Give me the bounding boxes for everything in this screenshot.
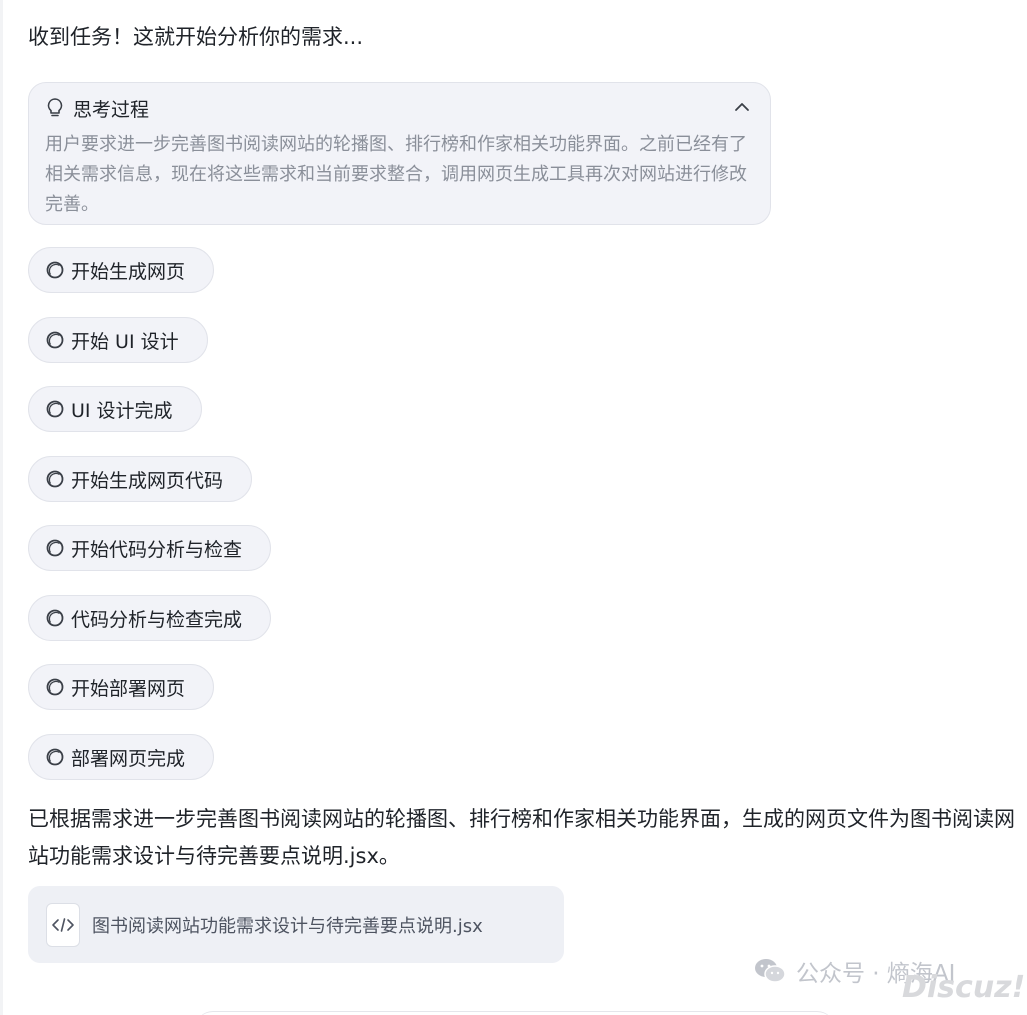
discuz-watermark: Discuz! <box>902 970 1026 1005</box>
file-attachment[interactable]: 图书阅读网站功能需求设计与待完善要点说明.jsx <box>28 886 564 963</box>
step-chip: 开始生成网页 <box>28 247 215 293</box>
wechat-icon <box>755 959 786 983</box>
intro-text: 收到任务！这就开始分析你的需求... <box>28 25 364 49</box>
thinking-title: 思考过程 <box>73 98 150 121</box>
step-label: 开始 UI 设计 <box>71 330 179 353</box>
step-label: 开始代码分析与检查 <box>71 538 243 561</box>
file-name: 图书阅读网站功能需求设计与待完善要点说明.jsx <box>92 915 483 937</box>
step-label: 代码分析与检查完成 <box>71 608 243 631</box>
loading-icon <box>46 331 64 349</box>
code-file-icon <box>46 902 80 947</box>
loading-icon <box>46 748 64 766</box>
step-chip: 代码分析与检查完成 <box>28 595 272 641</box>
loading-icon <box>46 400 64 418</box>
result-text: 已根据需求进一步完善图书阅读网站的轮播图、排行榜和作家相关功能界面，生成的网页文… <box>28 807 1015 868</box>
input-box-edge <box>195 1011 835 1015</box>
collapse-button[interactable] <box>732 97 752 117</box>
thinking-body: 用户要求进一步完善图书阅读网站的轮播图、排行榜和作家相关功能界面。之前已经有了相… <box>45 134 747 215</box>
step-chip: UI 设计完成 <box>28 386 202 432</box>
step-chip: 开始生成网页代码 <box>28 456 253 502</box>
chat-message: 收到任务！这就开始分析你的需求... 思考过程 用户要求进一步完善图书阅读网站的… <box>0 0 1027 1015</box>
step-chip: 开始代码分析与检查 <box>28 525 272 571</box>
thinking-panel: 思考过程 用户要求进一步完善图书阅读网站的轮播图、排行榜和作家相关功能界面。之前… <box>28 82 771 225</box>
step-chip: 开始 UI 设计 <box>28 317 208 363</box>
step-chip: 部署网页完成 <box>28 734 215 780</box>
step-label: 开始生成网页 <box>71 260 186 283</box>
loading-icon <box>46 261 64 279</box>
lightbulb-icon <box>47 98 63 117</box>
divider <box>0 0 3 1015</box>
thinking-header[interactable]: 思考过程 <box>45 95 149 121</box>
loading-icon <box>46 539 64 557</box>
step-chip: 开始部署网页 <box>28 664 215 710</box>
loading-icon <box>46 470 64 488</box>
step-label: 开始部署网页 <box>71 677 186 700</box>
loading-icon <box>46 609 64 627</box>
step-label: UI 设计完成 <box>71 399 173 422</box>
chevron-up-icon <box>735 103 749 111</box>
step-label: 开始生成网页代码 <box>71 469 224 492</box>
loading-icon <box>46 678 64 696</box>
step-label: 部署网页完成 <box>71 747 186 770</box>
